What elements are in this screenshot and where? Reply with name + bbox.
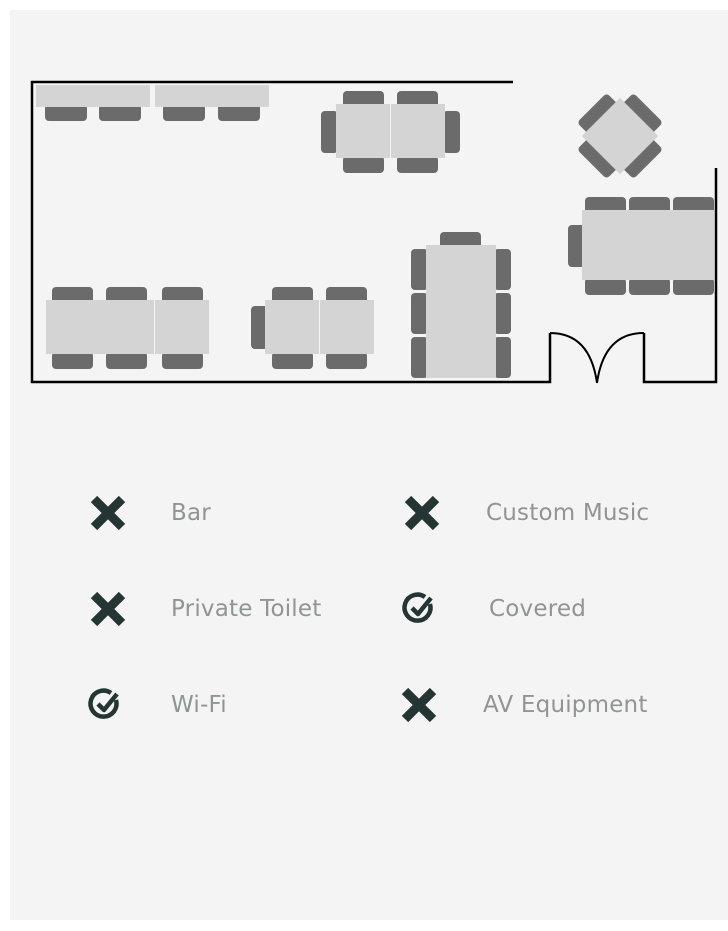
table bbox=[36, 85, 150, 107]
table bbox=[320, 300, 374, 354]
chair bbox=[397, 156, 438, 173]
table bbox=[426, 245, 496, 378]
table bbox=[265, 300, 319, 354]
chair bbox=[443, 111, 460, 153]
amenity-label: Covered bbox=[489, 596, 586, 622]
amenity-label: Wi-Fi bbox=[171, 692, 227, 718]
amenity-label: AV Equipment bbox=[483, 692, 648, 718]
x-icon bbox=[396, 683, 442, 727]
double-door bbox=[549, 332, 645, 384]
check-circle-icon bbox=[82, 683, 128, 727]
chair bbox=[411, 293, 428, 334]
amenity-av-equipment: AV Equipment bbox=[396, 683, 648, 727]
table bbox=[582, 210, 714, 280]
chair bbox=[106, 352, 147, 369]
table bbox=[155, 85, 269, 107]
chair bbox=[321, 111, 338, 153]
chair bbox=[343, 156, 384, 173]
chair bbox=[272, 352, 313, 369]
table bbox=[155, 300, 209, 354]
chair bbox=[411, 337, 428, 378]
chair bbox=[629, 278, 670, 295]
door-right bbox=[596, 332, 645, 384]
chair bbox=[162, 352, 203, 369]
x-icon bbox=[85, 587, 131, 631]
x-icon bbox=[85, 491, 131, 535]
chair bbox=[411, 249, 428, 290]
amenity-label: Bar bbox=[171, 500, 211, 526]
amenity-private-toilet: Private Toilet bbox=[85, 587, 321, 631]
amenity-custom-music: Custom Music bbox=[399, 491, 649, 535]
amenity-wi-fi: Wi-Fi bbox=[82, 683, 227, 727]
floor-plan bbox=[30, 80, 718, 384]
chair bbox=[326, 352, 367, 369]
chair bbox=[673, 278, 714, 295]
chair bbox=[52, 352, 93, 369]
door-left bbox=[549, 332, 598, 384]
amenity-label: Private Toilet bbox=[171, 596, 322, 622]
check-circle-icon bbox=[396, 587, 442, 631]
chair bbox=[585, 278, 626, 295]
chair bbox=[494, 249, 511, 290]
chair bbox=[494, 293, 511, 334]
amenity-label: Custom Music bbox=[486, 500, 650, 526]
table bbox=[391, 104, 445, 158]
tables bbox=[36, 85, 714, 378]
table bbox=[336, 104, 390, 158]
x-icon bbox=[399, 491, 445, 535]
amenity-covered: Covered bbox=[396, 587, 586, 631]
amenity-bar: Bar bbox=[85, 491, 211, 535]
chair bbox=[494, 337, 511, 378]
table bbox=[46, 300, 154, 354]
